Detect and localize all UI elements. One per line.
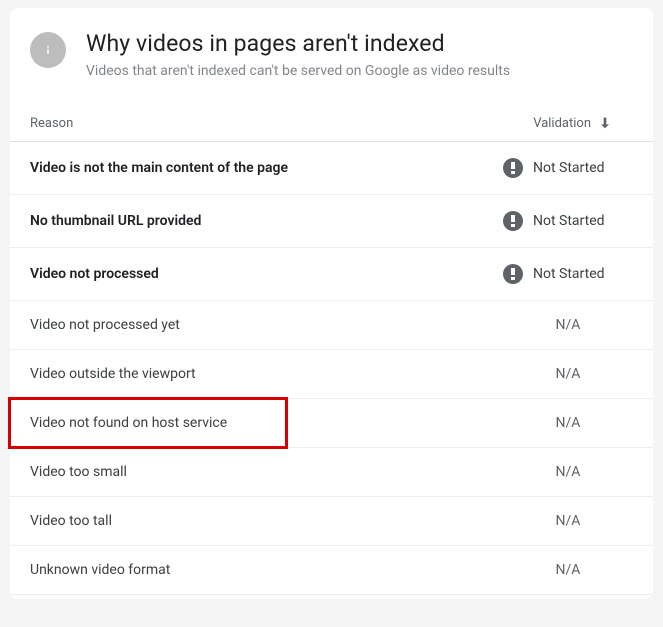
validation-cell: Not Started	[503, 158, 633, 178]
column-header-validation[interactable]: Validation	[533, 115, 613, 131]
reason-cell: Video too tall	[30, 513, 112, 529]
card-header: Why videos in pages aren't indexed Video…	[10, 8, 653, 89]
reason-cell: Video not found on host service	[30, 415, 227, 431]
table-row[interactable]: No thumbnail URL provided Not Started	[10, 195, 653, 248]
table-row[interactable]: Video outside the viewport N/A	[10, 350, 653, 399]
validation-label: Not Started	[533, 266, 605, 282]
header-text: Why videos in pages aren't indexed Video…	[86, 30, 510, 79]
validation-label: Not Started	[533, 213, 605, 229]
validation-cell: N/A	[503, 366, 633, 382]
column-header-reason[interactable]: Reason	[30, 116, 73, 131]
validation-cell: N/A	[503, 513, 633, 529]
sort-down-icon	[597, 115, 613, 131]
card-title: Why videos in pages aren't indexed	[86, 30, 510, 57]
table-row[interactable]: Video too small N/A	[10, 448, 653, 497]
card-subtitle: Videos that aren't indexed can't be serv…	[86, 63, 510, 79]
exclamation-icon	[503, 211, 523, 231]
reason-cell: Unknown video format	[30, 562, 170, 578]
validation-label: N/A	[556, 415, 581, 431]
exclamation-icon	[503, 158, 523, 178]
table-row[interactable]: Unknown video format N/A	[10, 546, 653, 595]
validation-label: N/A	[556, 464, 581, 480]
reason-cell: Video not processed	[30, 266, 159, 282]
validation-cell: Not Started	[503, 211, 633, 231]
table-body: Video is not the main content of the pag…	[10, 142, 653, 595]
validation-cell: N/A	[503, 464, 633, 480]
validation-label: N/A	[556, 513, 581, 529]
table-row[interactable]: Video not found on host service N/A	[10, 399, 653, 448]
validation-label: N/A	[556, 366, 581, 382]
table-row[interactable]: Video not processed yet N/A	[10, 301, 653, 350]
report-card: Why videos in pages aren't indexed Video…	[10, 8, 653, 599]
reason-cell: Video too small	[30, 464, 127, 480]
table-row[interactable]: Video too tall N/A	[10, 497, 653, 546]
table-header: Reason Validation	[10, 89, 653, 142]
validation-cell: N/A	[503, 415, 633, 431]
validation-cell: N/A	[503, 562, 633, 578]
validation-label: Not Started	[533, 160, 605, 176]
table-row[interactable]: Video not processed Not Started	[10, 248, 653, 301]
table-row[interactable]: Video is not the main content of the pag…	[10, 142, 653, 195]
column-header-validation-label: Validation	[533, 116, 591, 131]
exclamation-icon	[503, 264, 523, 284]
reason-cell: No thumbnail URL provided	[30, 213, 201, 229]
reason-cell: Video not processed yet	[30, 317, 180, 333]
info-icon	[30, 32, 66, 68]
reason-cell: Video is not the main content of the pag…	[30, 160, 288, 176]
validation-label: N/A	[556, 317, 581, 333]
validation-cell: Not Started	[503, 264, 633, 284]
validation-label: N/A	[556, 562, 581, 578]
reason-cell: Video outside the viewport	[30, 366, 196, 382]
validation-cell: N/A	[503, 317, 633, 333]
